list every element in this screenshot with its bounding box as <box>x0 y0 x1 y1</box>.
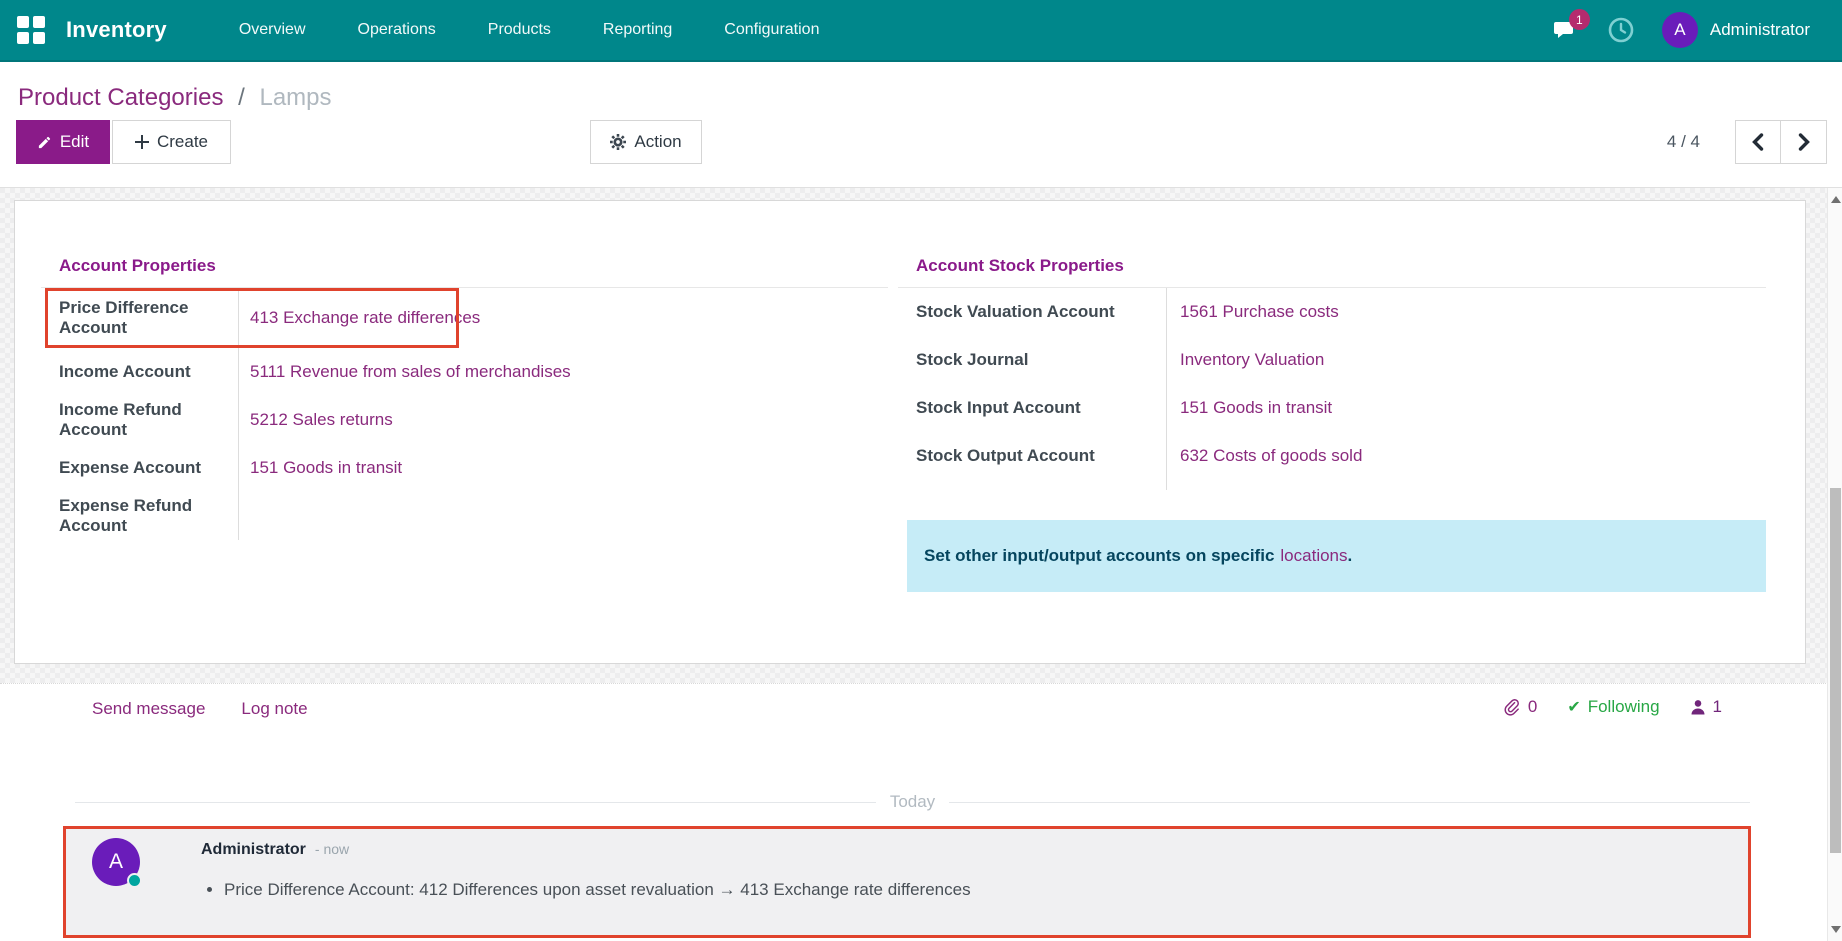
chatter: Send message Log note 0 ✔ Following 1 To… <box>0 683 1842 941</box>
column-separator <box>238 288 239 540</box>
field-value-link[interactable]: 151 Goods in transit <box>250 458 402 477</box>
nav-item-configuration[interactable]: Configuration <box>698 21 845 39</box>
field-value-link[interactable]: Inventory Valuation <box>1180 350 1324 369</box>
info-alert: Set other input/output accounts on speci… <box>907 520 1766 592</box>
nav-item-overview[interactable]: Overview <box>213 21 332 39</box>
field-label: Expense Refund Account <box>41 496 238 536</box>
field-label: Stock Input Account <box>898 398 1166 418</box>
field-row-stock-output-account: Stock Output Account 632 Costs of goods … <box>898 432 1766 480</box>
pager-next-button[interactable] <box>1781 120 1827 164</box>
tracking-change-text: Price Difference Account: 412 Difference… <box>224 875 971 905</box>
form-sheet: Account Properties Price Difference Acco… <box>14 200 1806 664</box>
field-value-link[interactable]: 5111 Revenue from sales of merchandises <box>250 362 571 381</box>
edit-button-label: Edit <box>60 132 89 152</box>
field-value-link[interactable]: 151 Goods in transit <box>1180 398 1332 417</box>
online-status-dot <box>127 873 142 888</box>
alert-suffix: . <box>1348 546 1353 566</box>
person-icon <box>1690 699 1706 715</box>
field-value-link[interactable]: 413 Exchange rate differences <box>250 308 480 327</box>
group-title: Account Properties <box>41 251 888 288</box>
message-author[interactable]: Administrator <box>201 841 306 859</box>
log-note-button[interactable]: Log note <box>241 699 307 719</box>
action-button-label: Action <box>634 132 681 152</box>
apps-menu-icon[interactable] <box>14 13 48 47</box>
control-panel: Product Categories / Lamps Edit Create <box>0 62 1842 188</box>
follower-count: 1 <box>1713 697 1722 717</box>
pencil-icon <box>37 135 52 150</box>
send-message-button[interactable]: Send message <box>92 699 205 719</box>
account-stock-properties-group: Account Stock Properties Stock Valuation… <box>898 251 1766 592</box>
field-label: Expense Account <box>41 458 238 478</box>
field-row-stock-valuation-account: Stock Valuation Account 1561 Purchase co… <box>898 288 1766 336</box>
attachment-count: 0 <box>1528 697 1537 717</box>
message-timestamp: - now <box>315 841 349 857</box>
field-value-link[interactable]: 1561 Purchase costs <box>1180 302 1339 321</box>
activities-clock-icon[interactable] <box>1606 15 1636 45</box>
nav-item-products[interactable]: Products <box>462 21 577 39</box>
following-label: Following <box>1588 697 1660 717</box>
user-avatar[interactable]: A <box>1662 12 1698 48</box>
plus-icon <box>135 135 149 149</box>
locations-link[interactable]: locations <box>1280 546 1347 566</box>
edit-button[interactable]: Edit <box>16 120 110 164</box>
field-label: Stock Output Account <box>898 446 1166 466</box>
breadcrumb-current: Lamps <box>259 84 331 111</box>
field-value-link[interactable]: 5212 Sales returns <box>250 410 393 429</box>
column-separator <box>1166 288 1167 490</box>
top-navbar: Inventory Overview Operations Products R… <box>0 0 1842 62</box>
nav-item-reporting[interactable]: Reporting <box>577 21 698 39</box>
field-row-expense-account: Expense Account 151 Goods in transit <box>41 444 888 492</box>
scroll-down-arrow[interactable] <box>1831 926 1841 933</box>
field-label: Stock Valuation Account <box>898 302 1166 322</box>
field-row-income-refund-account: Income Refund Account 5212 Sales returns <box>41 396 888 444</box>
scroll-up-arrow[interactable] <box>1831 196 1841 203</box>
account-properties-group: Account Properties Price Difference Acco… <box>41 251 888 540</box>
gear-icon <box>610 134 626 150</box>
breadcrumb-parent-link[interactable]: Product Categories <box>18 84 223 111</box>
field-row-stock-journal: Stock Journal Inventory Valuation <box>898 336 1766 384</box>
scrollbar-thumb[interactable] <box>1830 488 1841 853</box>
app-title[interactable]: Inventory <box>66 17 167 43</box>
field-row-income-account: Income Account 5111 Revenue from sales o… <box>41 348 888 396</box>
field-label: Income Refund Account <box>41 400 238 440</box>
field-label: Income Account <box>41 362 238 382</box>
field-row-expense-refund-account: Expense Refund Account <box>41 492 888 540</box>
messages-icon[interactable]: 1 <box>1550 15 1580 45</box>
chevron-right-icon <box>1796 133 1812 151</box>
date-divider-label: Today <box>876 792 949 812</box>
alert-text: Set other input/output accounts on speci… <box>924 546 1274 566</box>
pager-previous-button[interactable] <box>1735 120 1781 164</box>
chevron-left-icon <box>1750 133 1766 151</box>
create-button[interactable]: Create <box>112 120 231 164</box>
breadcrumb: Product Categories / Lamps <box>18 84 332 112</box>
tracking-message: A Administrator - now Price Difference A… <box>63 826 1751 938</box>
create-button-label: Create <box>157 132 208 152</box>
field-label: Stock Journal <box>898 350 1166 370</box>
following-button[interactable]: ✔ Following <box>1567 697 1659 717</box>
nav-item-operations[interactable]: Operations <box>332 21 462 39</box>
date-divider: Today <box>75 792 1750 812</box>
message-avatar[interactable]: A <box>92 838 140 886</box>
check-icon: ✔ <box>1567 697 1580 717</box>
paperclip-icon <box>1504 698 1521 717</box>
attachments-button[interactable]: 0 <box>1504 697 1537 717</box>
pager-counter: 4 / 4 <box>1667 120 1700 164</box>
field-row-stock-input-account: Stock Input Account 151 Goods in transit <box>898 384 1766 432</box>
followers-button[interactable]: 1 <box>1690 697 1722 717</box>
action-button[interactable]: Action <box>590 120 702 164</box>
messages-badge: 1 <box>1569 9 1590 30</box>
user-name[interactable]: Administrator <box>1710 20 1810 40</box>
group-title: Account Stock Properties <box>898 251 1766 288</box>
vertical-scrollbar[interactable] <box>1827 188 1842 941</box>
breadcrumb-separator: / <box>238 84 245 111</box>
field-row-price-difference-account: Price Difference Account 413 Exchange ra… <box>41 288 888 348</box>
field-label: Price Difference Account <box>41 298 238 338</box>
field-value-link[interactable]: 632 Costs of goods sold <box>1180 446 1362 465</box>
